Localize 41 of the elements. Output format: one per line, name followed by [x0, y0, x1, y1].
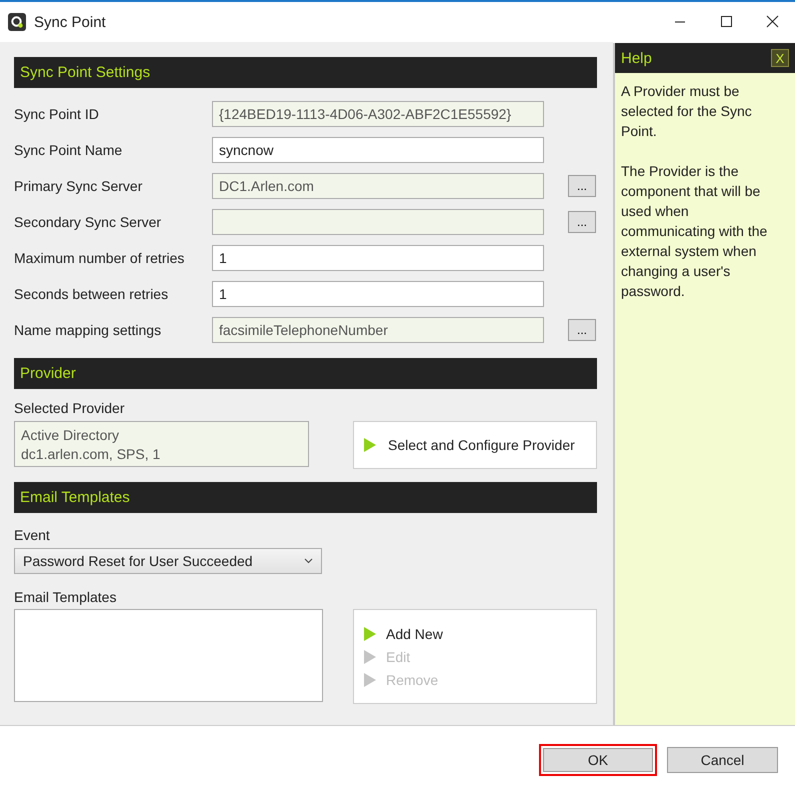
section-header: Email Templates: [14, 482, 597, 513]
event-dropdown[interactable]: Password Reset for User Succeeded: [14, 548, 322, 574]
window-title: Sync Point: [34, 14, 107, 30]
field-label: Event: [14, 527, 51, 545]
browse-button[interactable]: ...: [568, 175, 596, 197]
caret-icon: [304, 558, 313, 564]
field-label: Email Templates: [14, 589, 118, 607]
field-label: Sync Point ID: [14, 106, 100, 122]
templates-list[interactable]: [14, 609, 323, 702]
text-field[interactable]: 1: [212, 281, 544, 307]
play-icon: [364, 438, 376, 452]
field-label: Name mapping settings: [14, 322, 162, 338]
play-icon: [364, 650, 376, 664]
text-field[interactable]: 1: [212, 245, 544, 271]
field-label: Secondary Sync Server: [14, 214, 162, 230]
text-field[interactable]: [212, 209, 544, 235]
field-label: Sync Point Name: [14, 142, 124, 158]
text-field[interactable]: facsimileTelephoneNumber: [212, 317, 544, 343]
play-icon: [364, 672, 376, 686]
text-field[interactable]: {124BED19-1113-4D06-A302-ABF2C1E55592}: [212, 101, 544, 127]
section-header: Provider: [14, 358, 597, 389]
field-label: Selected Provider: [14, 400, 126, 418]
section-header: Sync Point Settings: [14, 57, 597, 88]
configure-provider-button[interactable]: Select and Configure Provider: [353, 421, 597, 469]
field-label: Seconds between retries: [14, 286, 170, 302]
provider-field: Active Directory dc1.arlen.com, SPS, 1: [14, 421, 309, 467]
field-label: Primary Sync Server: [14, 178, 144, 194]
browse-button[interactable]: ...: [568, 319, 596, 341]
text-field[interactable]: syncnow: [212, 137, 544, 163]
help-text: A Provider must be selected for the Sync Point.: [621, 82, 753, 141]
text-field[interactable]: DC1.Arlen.com: [212, 173, 544, 199]
help-title: Help: [621, 50, 652, 66]
app-icon: [8, 13, 26, 31]
close-help-button[interactable]: X: [771, 49, 789, 67]
browse-button[interactable]: ...: [568, 211, 596, 233]
dialog-button[interactable]: OK: [539, 744, 657, 776]
play-icon: [364, 626, 376, 640]
dialog-button[interactable]: Cancel: [667, 747, 778, 773]
help-text: The Provider is the component that will be used when communicating with the external system when changing a user's password.: [621, 162, 768, 301]
action-link[interactable]: Add New: [364, 624, 586, 643]
field-label: Maximum number of retries: [14, 250, 186, 266]
